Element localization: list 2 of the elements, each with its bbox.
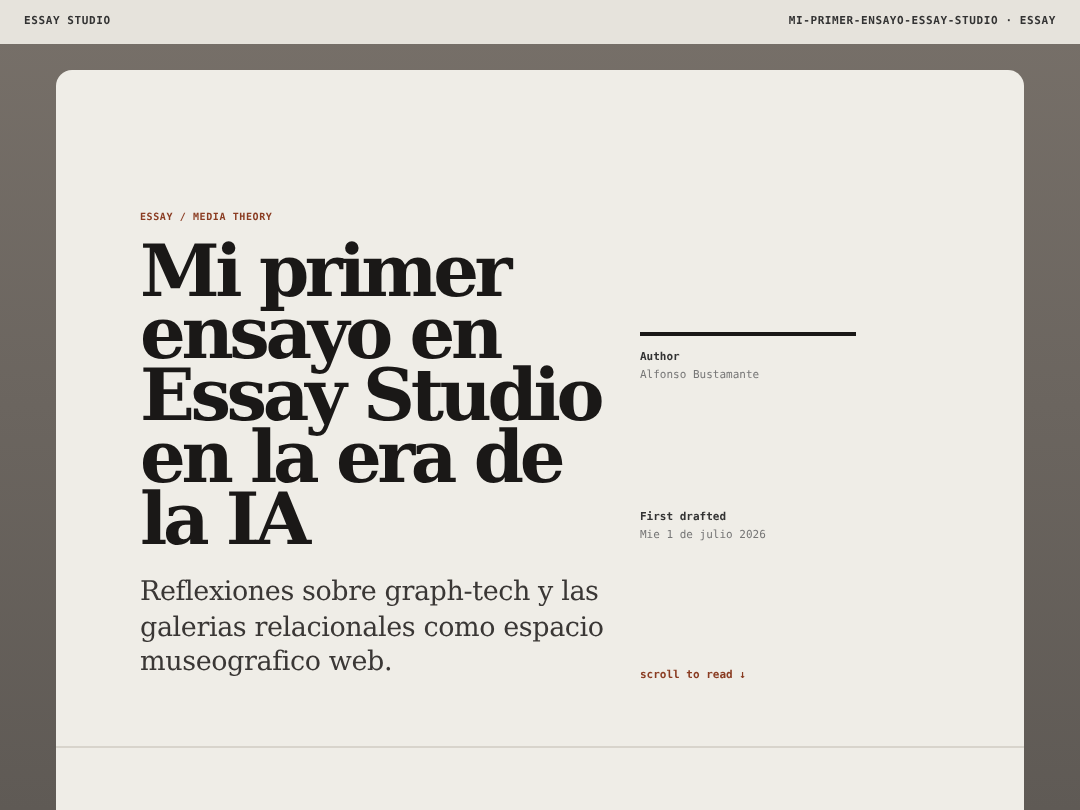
essay-title: Mi primer ensayo en Essay Studio en la era de la IA bbox=[140, 242, 604, 552]
essay-subtitle: Reflexiones sobre graph-tech y las galerias relacionales como espacio museografico web. bbox=[140, 576, 606, 681]
